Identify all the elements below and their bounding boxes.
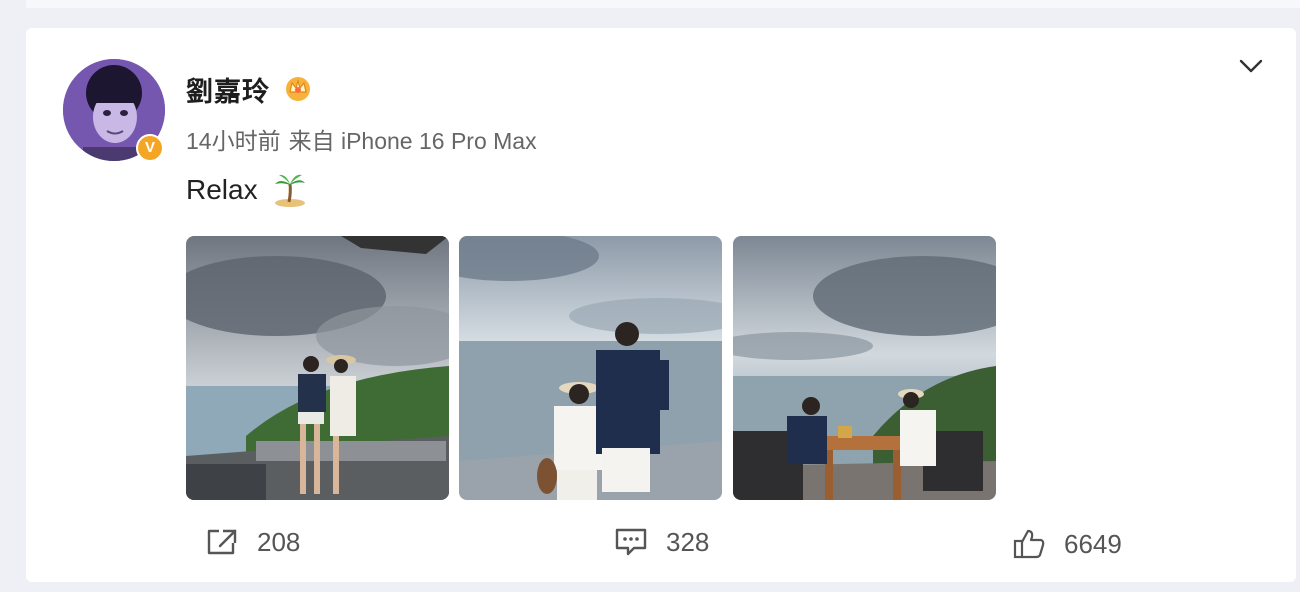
comment-button[interactable]: 328 (614, 522, 709, 562)
post-source: 来自 iPhone 16 Pro Max (288, 128, 537, 154)
palm-tree-emoji (275, 174, 305, 207)
author-name[interactable]: 劉嘉玲 (186, 70, 270, 109)
comment-count: 328 (666, 526, 710, 557)
like-button[interactable]: 6649 (1012, 524, 1122, 564)
chevron-down-icon[interactable] (1238, 56, 1264, 76)
post-time[interactable]: 14小时前 (186, 128, 281, 154)
photo-1[interactable] (186, 236, 449, 500)
post-meta: 14小时前 来自 iPhone 16 Pro Max (186, 122, 545, 156)
verified-badge-icon: V (136, 134, 164, 162)
crown-icon (286, 77, 310, 101)
share-icon (207, 529, 237, 555)
repost-button[interactable]: 208 (205, 522, 300, 562)
photo-3[interactable] (733, 236, 996, 500)
photo-2[interactable] (459, 236, 722, 500)
previous-card-edge (26, 0, 1300, 8)
post-text: Relax (186, 174, 258, 205)
like-count: 6649 (1064, 528, 1122, 559)
comment-icon (615, 528, 647, 556)
repost-count: 208 (257, 526, 301, 557)
thumbs-up-icon (1013, 529, 1045, 559)
